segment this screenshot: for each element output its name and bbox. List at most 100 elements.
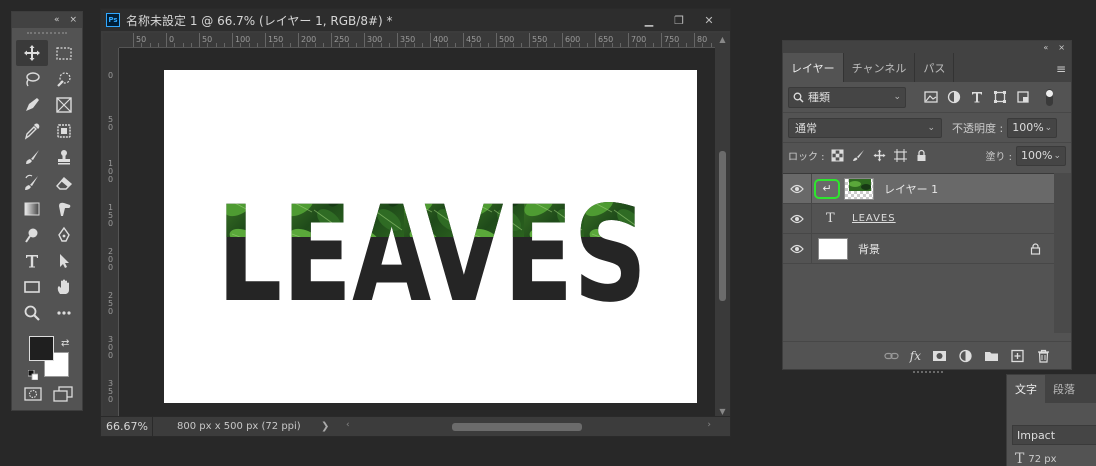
layer-list-scrollbar[interactable] bbox=[1054, 173, 1071, 333]
gradient-tool-icon[interactable] bbox=[16, 196, 48, 222]
screen-mode-icon[interactable] bbox=[52, 386, 73, 402]
smart-object-filter-icon[interactable] bbox=[1016, 90, 1030, 104]
type-filter-icon[interactable] bbox=[970, 90, 984, 104]
maximize-button[interactable]: ❐ bbox=[664, 9, 694, 31]
eraser-tool-icon[interactable] bbox=[48, 170, 80, 196]
font-family-select[interactable]: Impact bbox=[1012, 425, 1096, 445]
adjustment-filter-icon[interactable] bbox=[947, 90, 961, 104]
lock-artboard-icon[interactable] bbox=[893, 149, 907, 162]
document-canvas[interactable]: LEAVES LEAVES bbox=[164, 70, 697, 403]
ruler-corner[interactable] bbox=[103, 33, 119, 48]
shape-filter-icon[interactable] bbox=[993, 90, 1007, 104]
visibility-eye-icon[interactable] bbox=[783, 184, 811, 194]
tab-paragraph[interactable]: 段落 bbox=[1045, 375, 1083, 403]
path-select-tool-icon[interactable] bbox=[48, 248, 80, 274]
panel-grip[interactable] bbox=[12, 28, 82, 38]
type-tool-icon[interactable] bbox=[16, 248, 48, 274]
tab-layers[interactable]: レイヤー bbox=[783, 53, 844, 82]
tab-character[interactable]: 文字 bbox=[1007, 375, 1045, 403]
quick-select-tool-icon[interactable] bbox=[48, 66, 80, 92]
layer-thumbnail[interactable] bbox=[818, 237, 848, 260]
stamp-tool-icon[interactable] bbox=[48, 144, 80, 170]
visibility-eye-icon[interactable] bbox=[783, 214, 811, 224]
document-title-bar[interactable]: Ps 名称未設定 1 @ 66.7% (レイヤー 1, RGB/8#) * ▁ … bbox=[101, 9, 730, 31]
lock-pixels-icon[interactable] bbox=[852, 149, 865, 162]
fill-field[interactable]: 100% ⌄ bbox=[1016, 145, 1066, 166]
vertical-scroll-thumb[interactable] bbox=[719, 151, 726, 301]
frame-tool-icon[interactable] bbox=[48, 92, 80, 118]
font-size-value[interactable]: 72 px bbox=[1028, 454, 1056, 465]
opacity-field[interactable]: 100% ⌄ bbox=[1007, 117, 1058, 138]
new-group-icon[interactable] bbox=[984, 349, 999, 363]
lock-icon[interactable] bbox=[1030, 242, 1041, 255]
hand-tool-icon[interactable] bbox=[48, 274, 80, 300]
dodge-tool-icon[interactable] bbox=[16, 222, 48, 248]
lock-all-icon[interactable] bbox=[915, 149, 928, 162]
horizontal-ruler[interactable]: 50 0 50 100 150 200 250 300 350 400 450 500 550 600 65… bbox=[119, 33, 715, 48]
foreground-color-swatch[interactable] bbox=[29, 336, 54, 361]
pixel-filter-icon[interactable] bbox=[924, 90, 938, 104]
add-mask-icon[interactable] bbox=[932, 349, 947, 363]
pen-path-tool-icon[interactable] bbox=[48, 222, 80, 248]
rectangle-tool-icon[interactable] bbox=[16, 274, 48, 300]
layer-row-background[interactable]: 背景 bbox=[783, 233, 1055, 264]
marquee-tool-icon[interactable] bbox=[48, 40, 80, 66]
vertical-scrollbar[interactable]: ▲ ▼ bbox=[715, 33, 730, 418]
pen-tool-icon[interactable] bbox=[16, 92, 48, 118]
chevron-down-icon[interactable]: ⌄ bbox=[1053, 151, 1061, 161]
visibility-eye-icon[interactable] bbox=[783, 244, 811, 254]
swap-colors-icon[interactable]: ⇄ bbox=[61, 338, 69, 349]
delete-layer-icon[interactable] bbox=[1036, 349, 1051, 363]
layer-row-layer1[interactable]: ↵ レイヤー 1 bbox=[783, 173, 1055, 204]
fx-icon[interactable]: fx bbox=[910, 349, 921, 363]
close-icon[interactable]: × bbox=[69, 15, 77, 25]
layer-name[interactable]: 背景 bbox=[858, 241, 880, 257]
horizontal-scrollbar[interactable]: ‹ › bbox=[346, 420, 711, 433]
layer-name[interactable]: レイヤー 1 bbox=[884, 181, 938, 197]
scroll-up-icon[interactable]: ▲ bbox=[715, 35, 730, 44]
minimize-button[interactable]: ▁ bbox=[634, 9, 664, 31]
quick-mask-icon[interactable] bbox=[23, 386, 42, 402]
tab-channels[interactable]: チャンネル bbox=[844, 53, 916, 82]
smudge-tool-icon[interactable] bbox=[48, 196, 80, 222]
link-layers-icon[interactable] bbox=[884, 349, 899, 363]
status-menu-arrow[interactable]: ❯ bbox=[321, 421, 329, 432]
filter-toggle[interactable] bbox=[1046, 88, 1053, 106]
patch-tool-icon[interactable] bbox=[48, 118, 80, 144]
collapse-icon[interactable]: « bbox=[1043, 43, 1048, 52]
default-colors-icon[interactable] bbox=[28, 370, 38, 380]
brush-tool-icon[interactable] bbox=[16, 144, 48, 170]
collapse-icon[interactable]: « bbox=[54, 15, 60, 25]
eyedropper-tool-icon[interactable] bbox=[16, 118, 48, 144]
history-brush-tool-icon[interactable] bbox=[16, 170, 48, 196]
blend-mode-select[interactable]: 通常 ⌄ bbox=[788, 117, 942, 138]
new-layer-icon[interactable] bbox=[1010, 349, 1025, 363]
tab-paths[interactable]: パス bbox=[915, 53, 955, 82]
panel-grip[interactable] bbox=[913, 371, 943, 373]
lock-transparent-icon[interactable] bbox=[831, 149, 844, 162]
scroll-down-icon[interactable]: ▼ bbox=[715, 407, 730, 416]
zoom-tool-icon[interactable] bbox=[16, 300, 48, 326]
vertical-ruler[interactable]: 0 50 100 150 200 250 300 350 bbox=[103, 48, 119, 418]
horizontal-scroll-thumb[interactable] bbox=[452, 423, 582, 431]
scroll-left-icon[interactable]: ‹ bbox=[346, 420, 350, 430]
lock-position-icon[interactable] bbox=[873, 149, 886, 162]
zoom-level[interactable]: 66.67% bbox=[101, 416, 153, 437]
ruler-tick bbox=[265, 33, 266, 47]
close-button[interactable]: ✕ bbox=[694, 9, 724, 31]
layer-thumbnail[interactable] bbox=[844, 177, 874, 200]
layer-row-leaves[interactable]: T LEAVES bbox=[783, 203, 1055, 234]
close-icon[interactable]: × bbox=[1058, 43, 1065, 52]
layers-panel-header: « × bbox=[783, 41, 1071, 53]
more-tools-icon[interactable] bbox=[48, 300, 80, 326]
chevron-down-icon[interactable]: ⌄ bbox=[1045, 123, 1053, 133]
move-tool-icon[interactable] bbox=[16, 40, 48, 66]
canvas-area[interactable]: LEAVES LEAVES bbox=[119, 48, 715, 418]
lasso-tool-icon[interactable] bbox=[16, 66, 48, 92]
adjustment-layer-icon[interactable] bbox=[958, 349, 973, 363]
scroll-right-icon[interactable]: › bbox=[707, 420, 711, 430]
layer-name[interactable]: LEAVES bbox=[852, 213, 896, 224]
leaves-artwork: LEAVES LEAVES bbox=[217, 178, 647, 332]
panel-menu-icon[interactable]: ≡ bbox=[1056, 62, 1066, 76]
kind-filter-select[interactable]: 種類 ⌄ bbox=[788, 86, 906, 108]
